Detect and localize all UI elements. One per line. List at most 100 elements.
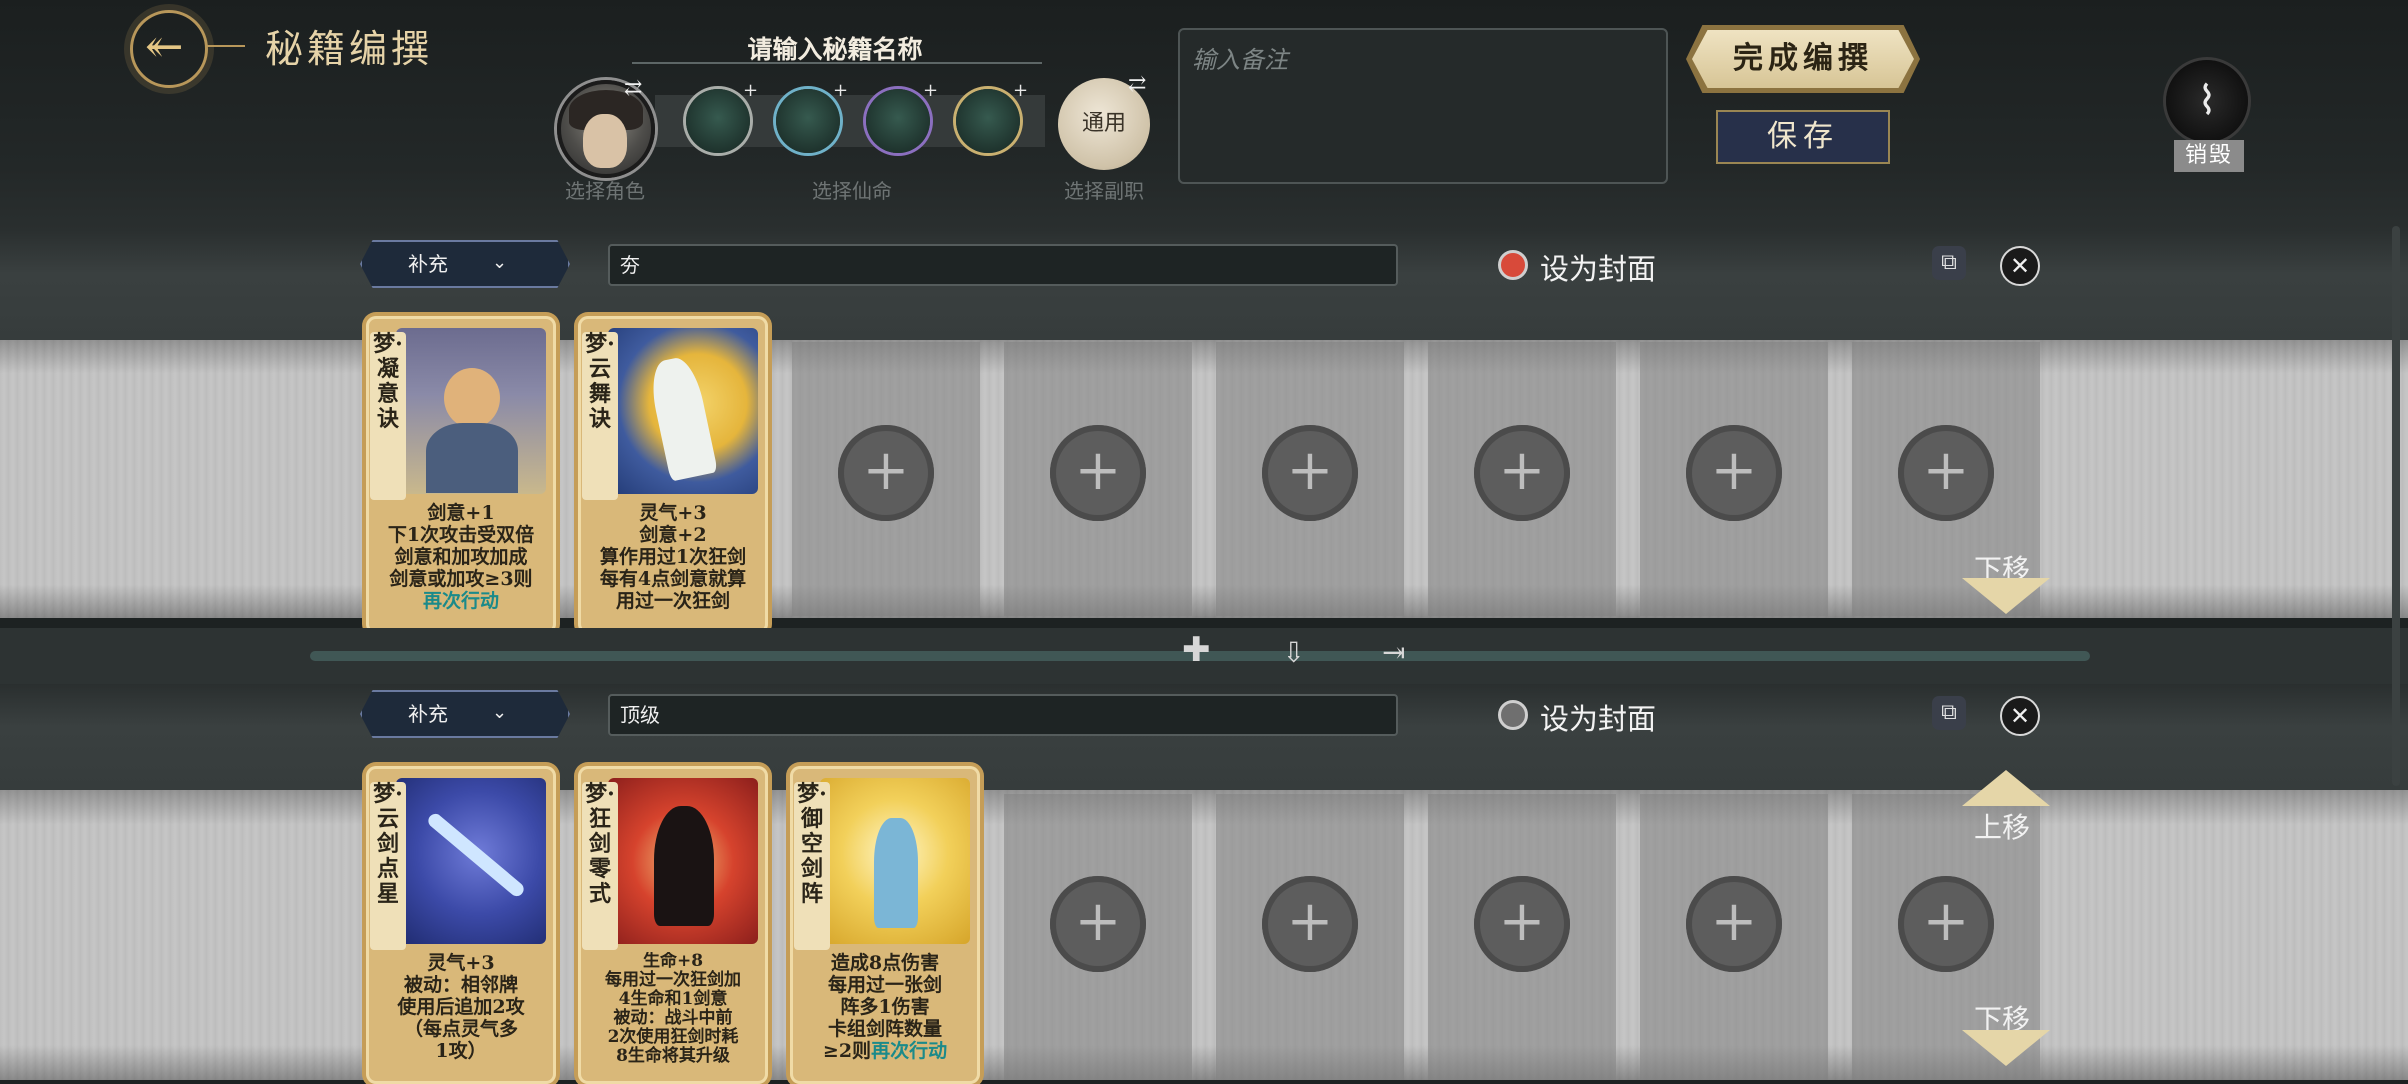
row-2-move-down-icon[interactable] (1962, 1030, 2050, 1066)
card-line: 剑意+2 (639, 524, 707, 546)
fate-add-icon-1[interactable]: + (743, 80, 758, 101)
card-description: 生命+8 每用过一次狂剑加 4生命和1剑意 被动：战斗中前 2次使用狂剑时耗 8… (588, 952, 758, 1076)
card-line: 8生命将其升级 (616, 1046, 730, 1066)
card-title: 梦·御空剑阵 (794, 782, 830, 950)
card-line: 阵多1伤害 (840, 996, 930, 1018)
card-description: 灵气+3 被动：相邻牌 使用后追加2攻 （每点灵气多 1攻） (376, 952, 546, 1076)
row-1-add-card-icon[interactable]: + (1050, 425, 1146, 521)
fate-slot-4[interactable] (956, 89, 1020, 153)
back-arrow-icon[interactable]: ↞ (145, 18, 184, 74)
back-line (205, 45, 245, 47)
row-2-copy-icon[interactable]: ⧉ (1932, 696, 1966, 730)
row-1-type-dropdown[interactable]: 补充 (360, 240, 570, 288)
select-fate-label: 选择仙命 (812, 179, 892, 203)
card-line: 生命+8 (642, 952, 704, 971)
fate-slot-2[interactable] (776, 89, 840, 153)
swap-role-icon[interactable]: ⇄ (624, 76, 642, 101)
select-role-label: 选择角色 (565, 179, 645, 203)
fate-slot-3[interactable] (866, 89, 930, 153)
finish-button[interactable]: 完成编撰 (1692, 30, 1914, 88)
swap-job-icon[interactable]: ⇄ (1128, 72, 1146, 97)
row-1-body (0, 340, 2408, 618)
card-line: 再次行动 (422, 590, 499, 612)
card-figure (444, 368, 500, 428)
row-1-chevron-down-icon[interactable]: ⌄ (492, 252, 507, 273)
row-2-add-card-icon[interactable]: + (1686, 876, 1782, 972)
fate-add-icon-3[interactable]: + (923, 80, 938, 101)
row-2-cover-label[interactable]: 设为封面 (1540, 696, 1656, 738)
row-1-cover-label[interactable]: 设为封面 (1540, 246, 1656, 288)
card-ning-yi-jue[interactable]: 梦·凝意诀 剑意+1 下1次攻击受双倍 剑意和加攻加成 剑意或加攻≥3则 再次行… (366, 316, 556, 634)
card-line: 1攻） (435, 1040, 487, 1062)
row-2-move-up-icon[interactable] (1962, 770, 2050, 806)
row-2-add-card-icon[interactable]: + (1898, 876, 1994, 972)
row-1-add-card-icon[interactable]: + (838, 425, 934, 521)
card-title: 梦·狂剑零式 (582, 782, 618, 950)
card-line: 剑意和加攻加成 (394, 546, 528, 568)
card-description: 剑意+1 下1次攻击受双倍 剑意和加攻加成 剑意或加攻≥3则 再次行动 (376, 502, 546, 626)
row-2-add-card-icon[interactable]: + (1474, 876, 1570, 972)
row-1-type-value: 补充 (408, 252, 448, 276)
card-line: 每用过一张剑 (827, 974, 942, 996)
destroy-button[interactable]: 销毁 (2174, 140, 2244, 172)
card-line: 卡组剑阵数量 (827, 1018, 942, 1040)
row-2-delete-icon[interactable]: ✕ (2000, 696, 2040, 736)
row-2-add-card-icon[interactable]: + (1262, 876, 1358, 972)
card-line: 每用过一次狂剑加 (605, 970, 741, 990)
card-line: 用过一次狂剑 (615, 590, 730, 612)
fate-add-icon-4[interactable]: + (1013, 80, 1028, 101)
row-1-cover-radio[interactable] (1498, 250, 1528, 280)
row-1-add-card-icon[interactable]: + (1898, 425, 1994, 521)
card-line: 被动：相邻牌 (403, 974, 518, 996)
scrollbar[interactable] (2392, 226, 2400, 786)
save-button[interactable]: 保存 (1716, 110, 1890, 164)
export-icon[interactable]: ⇥ (1382, 636, 1405, 669)
row-1-add-card-icon[interactable]: + (1262, 425, 1358, 521)
notes-input[interactable]: 输入备注 (1178, 28, 1668, 184)
card-yu-kong-jian-zhen[interactable]: 梦·御空剑阵 造成8点伤害 每用过一张剑 阵多1伤害 卡组剑阵数量 ≥2则再次行… (790, 766, 980, 1084)
card-line: 灵气+3 (427, 952, 495, 974)
card-line: 剑意+1 (427, 502, 495, 524)
card-figure (874, 818, 918, 928)
card-sword (425, 811, 527, 899)
card-line: ≥2则 (822, 1040, 872, 1062)
card-kuang-jian-ling-shi[interactable]: 梦·狂剑零式 生命+8 每用过一次狂剑加 4生命和1剑意 被动：战斗中前 2次使… (578, 766, 768, 1084)
card-line: 使用后追加2攻 (397, 996, 525, 1018)
row-2-move-up-label[interactable]: 上移 (1974, 806, 2030, 846)
card-line: 剑意或加攻≥3则 (389, 568, 533, 590)
deck-name-prompt[interactable]: 请输入秘籍名称 (630, 30, 1040, 66)
card-art (396, 328, 546, 494)
card-line: （每点灵气多 (403, 1018, 518, 1040)
card-description: 灵气+3 剑意+2 算作用过1次狂剑 每有4点剑意就算 用过一次狂剑 (588, 502, 758, 626)
row-2-type-value: 补充 (408, 702, 448, 726)
row-1-add-card-icon[interactable]: + (1474, 425, 1570, 521)
select-job-label: 选择副职 (1064, 179, 1144, 203)
row-1-add-card-icon[interactable]: + (1686, 425, 1782, 521)
card-line: 再次行动 (871, 1040, 948, 1062)
card-figure (646, 354, 718, 482)
card-title: 梦·凝意诀 (370, 332, 406, 500)
row-2-chevron-down-icon[interactable]: ⌄ (492, 702, 507, 723)
card-description: 造成8点伤害 每用过一张剑 阵多1伤害 卡组剑阵数量 ≥2则再次行动 (800, 952, 970, 1076)
row-1-move-down-icon[interactable] (1962, 578, 2050, 614)
card-art (608, 778, 758, 944)
row-2-add-card-icon[interactable]: + (1050, 876, 1146, 972)
card-line: 每有4点剑意就算 (599, 568, 747, 590)
card-yun-jian-dian-xing[interactable]: 梦·云剑点星 灵气+3 被动：相邻牌 使用后追加2攻 （每点灵气多 1攻） (366, 766, 556, 1084)
fate-add-icon-2[interactable]: + (833, 80, 848, 101)
row-1-name-input[interactable]: 夯 (608, 244, 1398, 286)
fate-slot-1[interactable] (686, 89, 750, 153)
card-art (396, 778, 546, 944)
destroy-icon[interactable]: ⌇ (2166, 60, 2248, 142)
row-2-name-input[interactable]: 顶级 (608, 694, 1398, 736)
row-2-cover-radio[interactable] (1498, 700, 1528, 730)
add-row-icon[interactable]: ✚ (1182, 630, 1211, 670)
row-1-copy-icon[interactable]: ⧉ (1932, 246, 1966, 280)
row-1-delete-icon[interactable]: ✕ (2000, 246, 2040, 286)
card-title: 梦·云剑点星 (370, 782, 406, 950)
avatar-face (583, 114, 627, 168)
import-icon[interactable]: ⇩ (1282, 636, 1305, 669)
card-yun-wu-jue[interactable]: 梦·云舞诀 灵气+3 剑意+2 算作用过1次狂剑 每有4点剑意就算 用过一次狂剑 (578, 316, 768, 634)
card-art (608, 328, 758, 494)
row-2-type-dropdown[interactable]: 补充 (360, 690, 570, 738)
